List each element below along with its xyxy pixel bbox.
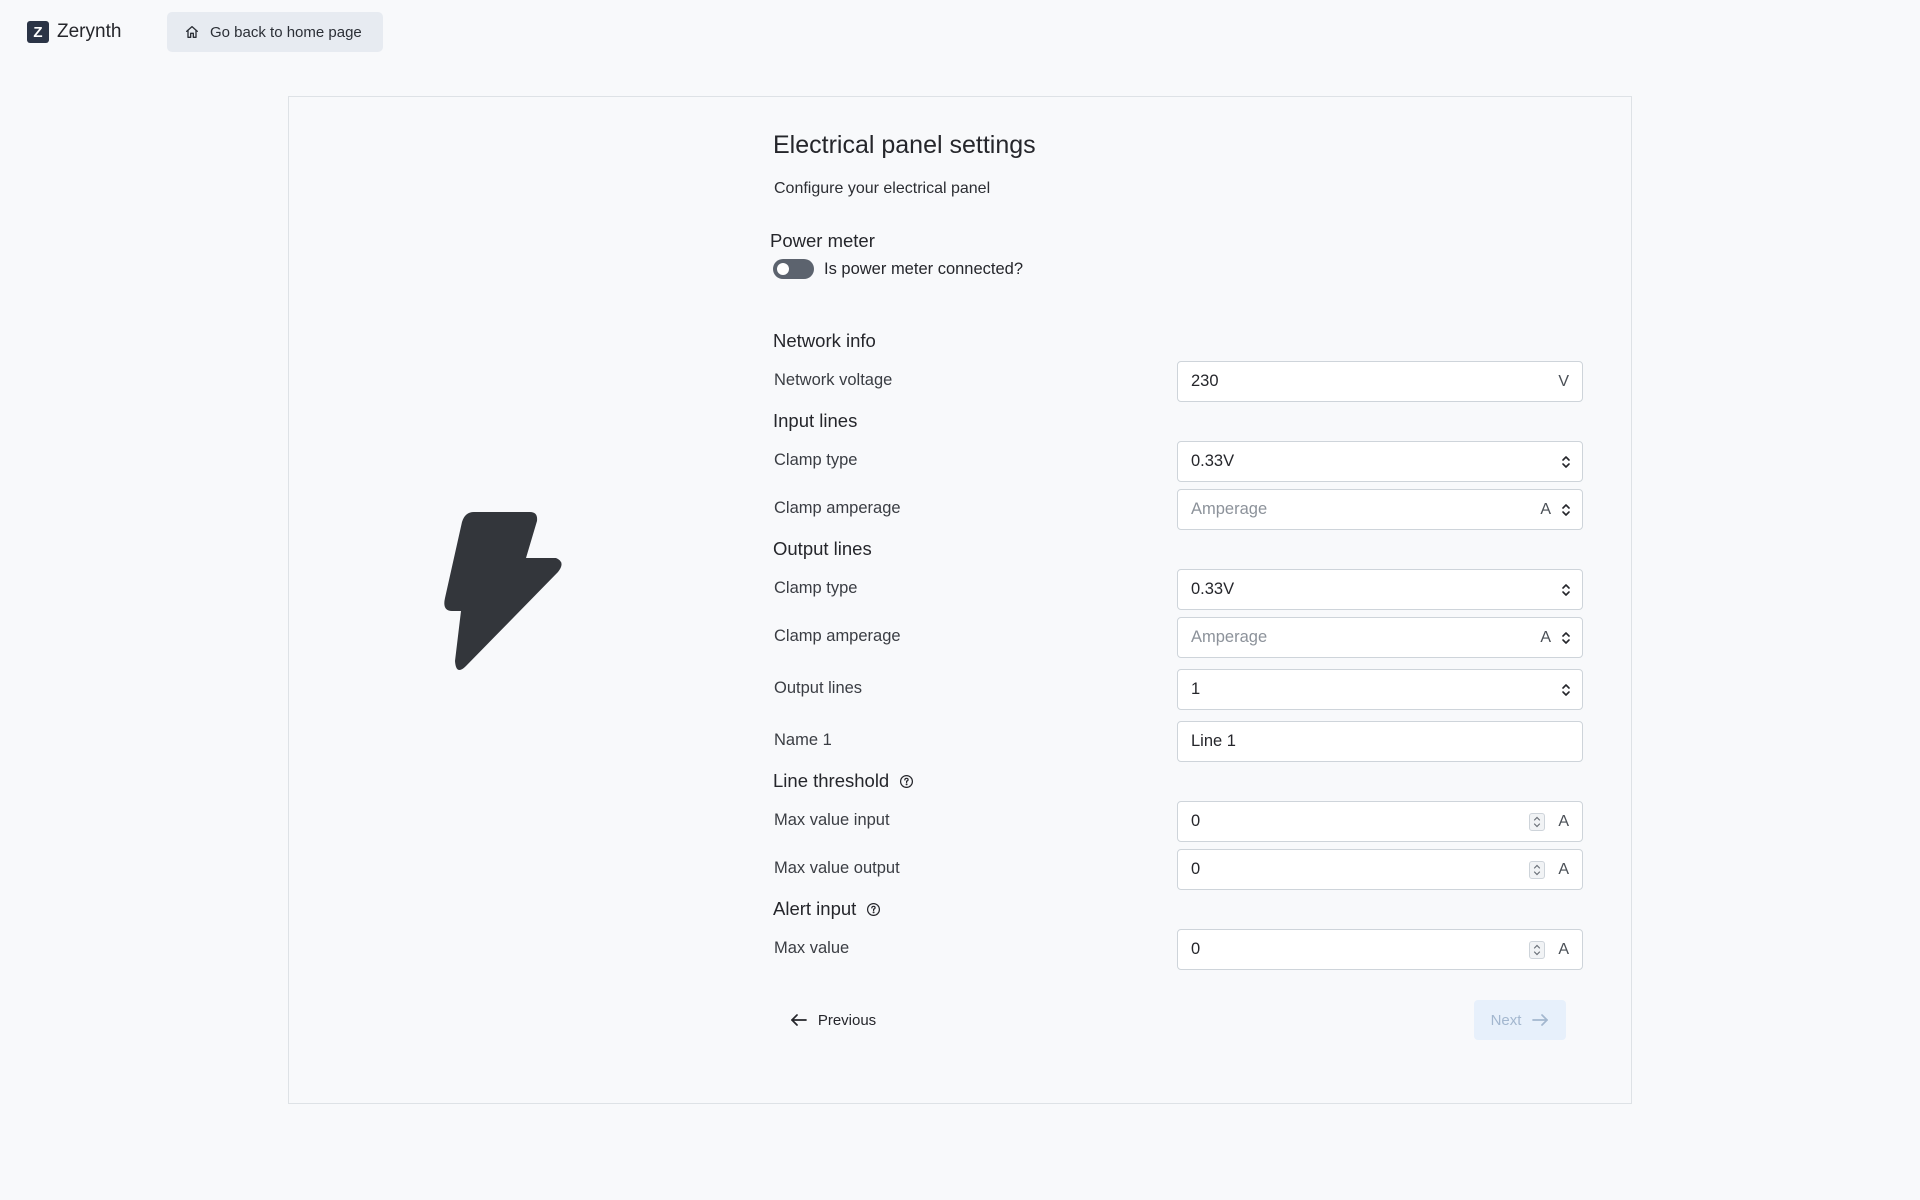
power-meter-toggle-row: Is power meter connected?: [773, 259, 1023, 279]
alert-max-value-field[interactable]: 0 A: [1177, 929, 1583, 970]
chevron-up-down-icon: [1562, 631, 1570, 644]
chevron-up-down-icon: [1562, 503, 1570, 516]
network-voltage-value: 230: [1191, 372, 1219, 390]
network-info-heading-text: Network info: [773, 330, 876, 351]
alert-input-heading: Alert input: [773, 898, 881, 920]
input-clamp-amperage-placeholder: Amperage: [1191, 500, 1268, 518]
output-clamp-amperage-select[interactable]: Amperage A: [1177, 617, 1583, 658]
next-label: Next: [1490, 1011, 1522, 1029]
output-clamp-amperage-placeholder: Amperage: [1191, 628, 1268, 646]
input-clamp-type-select[interactable]: 0.33V: [1177, 441, 1583, 482]
stepper-arrows-icon: [1534, 816, 1541, 827]
input-clamp-type-label: Clamp type: [774, 451, 858, 469]
form-title: Electrical panel settings: [773, 131, 1036, 159]
alert-max-value: 0: [1191, 940, 1201, 958]
line-threshold-heading-text: Line threshold: [773, 770, 890, 791]
line-name-input[interactable]: Line 1: [1177, 721, 1583, 762]
stepper-arrows-icon: [1534, 864, 1541, 875]
line-name-value: Line 1: [1191, 732, 1236, 750]
number-stepper[interactable]: [1529, 860, 1546, 879]
power-meter-toggle[interactable]: [773, 259, 814, 279]
amperage-unit: A: [1540, 628, 1551, 646]
output-lines-heading-text: Output lines: [773, 538, 872, 559]
ampere-unit: A: [1558, 940, 1569, 958]
brand-logo[interactable]: Z Zerynth: [27, 21, 121, 43]
ampere-unit: A: [1558, 860, 1569, 878]
power-meter-heading: Power meter: [770, 230, 875, 252]
arrow-left-icon: [790, 1014, 807, 1026]
go-home-button[interactable]: Go back to home page: [167, 12, 383, 52]
chevron-up-down-icon: [1562, 583, 1570, 596]
input-lines-heading: Input lines: [773, 410, 857, 432]
max-value-input-label: Max value input: [774, 811, 890, 829]
input-clamp-amperage-select[interactable]: Amperage A: [1177, 489, 1583, 530]
top-bar: Z Zerynth Go back to home page: [0, 0, 1920, 64]
brand-name: Zerynth: [57, 21, 122, 42]
lightning-bolt-icon: [444, 512, 562, 670]
input-lines-heading-text: Input lines: [773, 410, 858, 431]
arrow-right-icon: [1532, 1014, 1549, 1026]
output-clamp-type-value: 0.33V: [1191, 580, 1235, 598]
max-value-output-value: 0: [1191, 860, 1201, 878]
line-threshold-heading: Line threshold: [773, 770, 914, 792]
next-button[interactable]: Next: [1474, 1000, 1566, 1040]
form-subtitle: Configure your electrical panel: [774, 180, 991, 197]
output-lines-heading: Output lines: [773, 538, 872, 560]
zerynth-logo-icon: Z: [27, 21, 49, 43]
network-voltage-label: Network voltage: [774, 371, 893, 389]
network-voltage-input[interactable]: 230 V: [1177, 361, 1583, 402]
number-stepper[interactable]: [1529, 940, 1546, 959]
output-clamp-type-select[interactable]: 0.33V: [1177, 569, 1583, 610]
max-value-output-field[interactable]: 0 A: [1177, 849, 1583, 890]
stepper-arrows-icon: [1534, 944, 1541, 955]
max-value-input-field[interactable]: 0 A: [1177, 801, 1583, 842]
max-value-output-label: Max value output: [774, 859, 900, 877]
power-meter-toggle-label: Is power meter connected?: [824, 259, 1024, 278]
home-icon: [186, 26, 198, 38]
output-lines-count-label: Output lines: [774, 679, 863, 697]
output-clamp-type-label: Clamp type: [774, 579, 858, 597]
output-lines-count-select[interactable]: 1: [1177, 669, 1583, 710]
output-lines-count-value: 1: [1191, 680, 1201, 698]
help-circle-icon[interactable]: [866, 902, 881, 917]
ampere-unit: A: [1558, 812, 1569, 830]
alert-input-heading-text: Alert input: [773, 898, 857, 919]
line-name-label: Name 1: [774, 731, 832, 749]
alert-max-value-label: Max value: [774, 939, 850, 957]
chevron-up-down-icon: [1562, 455, 1570, 468]
previous-button[interactable]: Previous: [778, 1000, 888, 1040]
output-clamp-amperage-label: Clamp amperage: [774, 627, 901, 645]
amperage-unit: A: [1540, 500, 1551, 518]
input-clamp-type-value: 0.33V: [1191, 452, 1235, 470]
go-home-label: Go back to home page: [210, 23, 362, 41]
network-info-heading: Network info: [773, 330, 876, 352]
chevron-up-down-icon: [1562, 683, 1570, 696]
max-value-input-value: 0: [1191, 812, 1201, 830]
number-stepper[interactable]: [1529, 812, 1546, 831]
input-clamp-amperage-label: Clamp amperage: [774, 499, 901, 517]
previous-label: Previous: [817, 1011, 877, 1029]
help-circle-icon[interactable]: [899, 774, 914, 789]
voltage-unit: V: [1558, 372, 1569, 390]
power-meter-heading-text: Power meter: [770, 230, 875, 251]
